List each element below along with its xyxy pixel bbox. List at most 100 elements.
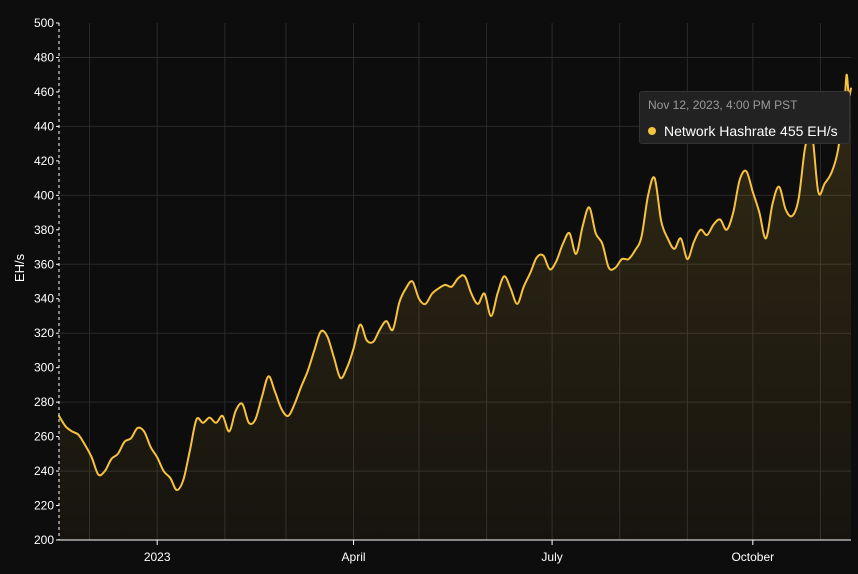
data-point [136, 427, 138, 429]
data-point [130, 437, 132, 439]
data-point [398, 301, 400, 303]
data-point [523, 286, 525, 288]
data-point [503, 275, 505, 277]
data-point [850, 87, 852, 89]
data-point [496, 292, 498, 294]
data-point [241, 403, 243, 405]
data-point [91, 456, 93, 458]
y-tick-label: 220 [34, 499, 54, 513]
data-point [208, 416, 210, 418]
data-point [470, 292, 472, 294]
data-point [293, 403, 295, 405]
data-point [84, 444, 86, 446]
hashrate-area [59, 74, 851, 541]
data-point [732, 211, 734, 213]
y-tick-label: 360 [34, 257, 54, 271]
data-point [824, 182, 826, 184]
data-point [536, 256, 538, 258]
data-point [307, 370, 309, 372]
data-point [215, 422, 217, 424]
y-tick-label: 340 [34, 292, 54, 306]
data-point [516, 303, 518, 305]
chart-canvas[interactable]: 200 220 240 260 280 300 320 340 360 380 400 420 440 4… [0, 0, 858, 574]
data-point [588, 206, 590, 208]
y-tick-label: 480 [34, 50, 54, 64]
y-tick-label: 460 [34, 85, 54, 99]
data-point [634, 249, 636, 251]
data-point [758, 211, 760, 213]
x-tick-label: July [541, 550, 562, 564]
data-point [444, 284, 446, 286]
data-point [640, 236, 642, 238]
data-point [712, 223, 714, 225]
data-point [621, 258, 623, 260]
data-point [745, 170, 747, 172]
x-tick-label: October [731, 550, 774, 564]
data-point [477, 303, 479, 305]
y-tick-label: 300 [34, 361, 54, 375]
y-tick-label: 280 [34, 395, 54, 409]
data-point [667, 237, 669, 239]
data-point [752, 191, 754, 193]
tooltip-series-row: Network Hashrate 455 EH/s [648, 123, 838, 139]
data-point [339, 377, 341, 379]
y-tick-label: 320 [34, 326, 54, 340]
data-point [104, 470, 106, 472]
data-point [673, 248, 675, 250]
x-tick-label: April [342, 550, 366, 564]
data-point [418, 298, 420, 300]
data-point [542, 254, 544, 256]
data-point [97, 473, 99, 475]
data-point [385, 320, 387, 322]
data-point [608, 267, 610, 269]
data-point [555, 260, 557, 262]
tooltip-series-name: Network Hashrate [664, 123, 777, 139]
data-point [267, 375, 269, 377]
data-point [424, 303, 426, 305]
data-point [653, 177, 655, 179]
data-point [280, 408, 282, 410]
data-point [254, 418, 256, 420]
data-point [778, 186, 780, 188]
data-point [176, 489, 178, 491]
data-point [156, 456, 158, 458]
data-point [228, 430, 230, 432]
data-point [261, 396, 263, 398]
data-point [490, 315, 492, 317]
data-point [804, 146, 806, 148]
data-point [451, 286, 453, 288]
data-point [313, 349, 315, 351]
data-point [568, 232, 570, 234]
data-point [739, 179, 741, 181]
y-axis-title: EH/s [12, 253, 27, 282]
data-point [300, 385, 302, 387]
data-point [660, 220, 662, 222]
data-point [274, 391, 276, 393]
data-point [333, 356, 335, 358]
data-point [830, 172, 832, 174]
y-axis-ticks: 200 220 240 260 280 300 320 340 360 380 400 420 440 4… [34, 16, 59, 547]
data-point [202, 422, 204, 424]
data-point [110, 458, 112, 460]
data-point [169, 477, 171, 479]
data-point [365, 339, 367, 341]
x-tick-label: 2023 [144, 550, 171, 564]
data-point [686, 258, 688, 260]
data-point [163, 470, 165, 472]
data-point [647, 194, 649, 196]
data-point [837, 149, 839, 151]
data-point [352, 348, 354, 350]
data-point [248, 422, 250, 424]
data-point [326, 335, 328, 337]
hashrate-chart: 200 220 240 260 280 300 320 340 360 380 400 420 440 4… [0, 0, 858, 574]
data-point [189, 449, 191, 451]
data-point [784, 208, 786, 210]
data-point [529, 272, 531, 274]
data-point [457, 277, 459, 279]
data-point [372, 341, 374, 343]
y-tick-label: 240 [34, 464, 54, 478]
tooltip-date: Nov 12, 2023, 4:00 PM PST [648, 98, 798, 112]
data-point [77, 434, 79, 436]
data-point [392, 329, 394, 331]
x-axis-ticks: 2023 April July October [144, 540, 774, 564]
